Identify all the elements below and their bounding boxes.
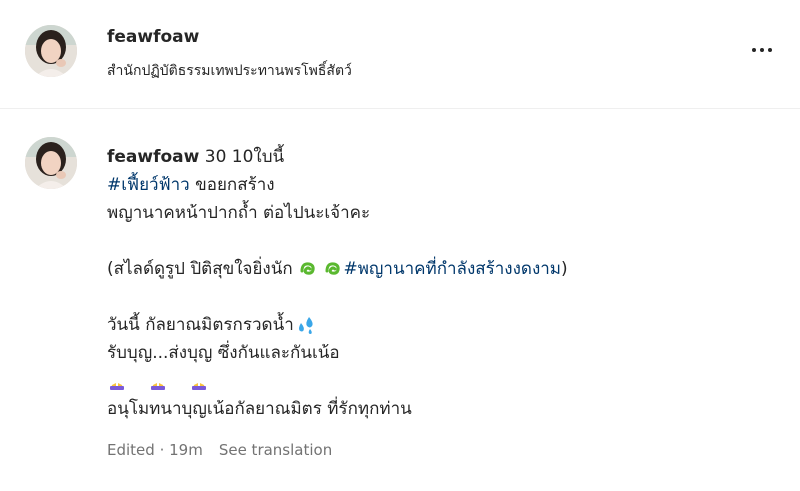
edited-timestamp[interactable]: Edited · 19m [107, 441, 203, 459]
post-username[interactable]: feawfoaw [107, 27, 199, 47]
caption-line: รับบุญ...ส่งบุญ ซึ่งกันและกันเน้อ [107, 343, 340, 363]
hashtag-link[interactable]: #พญานาคที่กำลังสร้างงดงาม [343, 259, 561, 279]
see-translation-button[interactable]: See translation [219, 441, 332, 459]
comment-username[interactable]: feawfoaw [107, 147, 199, 167]
praying-hands-icon [191, 373, 206, 390]
caption-text: feawfoaw 30 10ใบนี้ #เฟี้ยว์ฟ้าว ขอยกสร้… [107, 143, 767, 423]
post-header: feawfoaw สำนักปฏิบัติธรรมเทพประทานพรโพธิ… [0, 0, 800, 109]
caption-line: feawfoaw 30 10ใบนี้ [107, 143, 767, 171]
more-options-icon[interactable] [744, 38, 780, 62]
caption-text-segment: ขอยกสร้าง [189, 175, 275, 195]
caption-line: พญานาคหน้าปากถ้ำ ต่อไปนะเจ้าคะ [107, 203, 371, 223]
dot [768, 48, 772, 52]
praying-hands-icon [110, 373, 124, 390]
caption-text-segment: ) [561, 259, 568, 279]
caption-line [107, 367, 767, 395]
avatar[interactable] [25, 25, 77, 77]
praying-hands-icon [150, 373, 165, 390]
water-drops-icon [298, 317, 313, 334]
caption-line: #เฟี้ยว์ฟ้าว ขอยกสร้าง [107, 171, 767, 199]
dot [752, 48, 756, 52]
caption-text-segment: วันนี้ กัลยาณมิตรกรวดน้ำ [107, 315, 294, 335]
hashtag-link[interactable]: #เฟี้ยว์ฟ้าว [107, 175, 190, 195]
caption-line: วันนี้ กัลยาณมิตรกรวดน้ำ [107, 311, 767, 339]
caption-text-segment: 30 10ใบนี้ [199, 147, 285, 167]
avatar-image [25, 137, 77, 189]
post-location[interactable]: สำนักปฏิบัติธรรมเทพประทานพรโพธิ์สัตว์ [107, 60, 352, 82]
caption-line: อนุโมทนาบุญเน้อกัลยาณมิตร ที่รักทุกท่าน [107, 399, 412, 419]
avatar[interactable] [25, 137, 77, 189]
comment-meta: Edited · 19m See translation [107, 441, 332, 459]
dot [760, 48, 764, 52]
caption-line: (สไลด์ดูรูป ปิติสุขใจยิ่งนัก #พญานาคที่ก… [107, 255, 767, 283]
caption-text-segment: (สไลด์ดูรูป ปิติสุขใจยิ่งนัก [107, 259, 299, 279]
green-heart-curl-icon [300, 262, 315, 275]
avatar-image [25, 25, 77, 77]
green-heart-curl-icon [325, 262, 341, 275]
